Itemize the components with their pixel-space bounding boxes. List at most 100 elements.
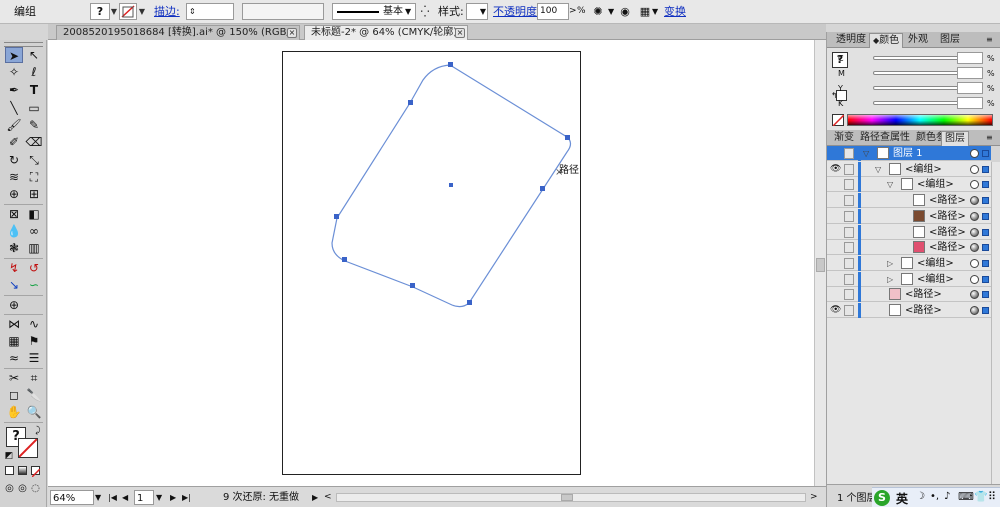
shape-builder-tool-icon[interactable]: ⊕: [5, 186, 23, 202]
envelope-tool-icon[interactable]: ⋈: [5, 316, 23, 332]
target-icon[interactable]: [970, 290, 979, 300]
anchor-point[interactable]: [448, 62, 453, 67]
layer-row[interactable]: <路径>: [827, 240, 991, 256]
visibility-eye-icon[interactable]: [830, 242, 840, 252]
warp-tool-icon[interactable]: ≋: [5, 169, 23, 185]
lock-toggle[interactable]: [844, 148, 854, 159]
knife-tool-icon[interactable]: 🔪: [25, 387, 43, 403]
color-spectrum[interactable]: [847, 114, 993, 126]
moon-icon[interactable]: ☽: [916, 491, 925, 502]
punctuation-icon[interactable]: •,: [930, 491, 939, 502]
eyedropper-tool-icon[interactable]: 💧: [5, 223, 23, 239]
zoom-select[interactable]: 64%: [50, 490, 94, 505]
target-icon[interactable]: [970, 211, 979, 221]
layer-name[interactable]: <编组>: [917, 256, 954, 271]
list-tool-icon[interactable]: ☰: [25, 350, 43, 366]
expand-triangle-icon[interactable]: ▽: [863, 146, 869, 161]
zigzag-tool-icon[interactable]: ≈: [5, 350, 23, 366]
target-icon[interactable]: [970, 196, 979, 206]
type-tool-icon[interactable]: T: [25, 82, 43, 98]
stroke-dropdown-icon[interactable]: ▼: [136, 3, 148, 20]
visibility-eye-icon[interactable]: [830, 148, 840, 158]
selection-indicator[interactable]: [982, 307, 989, 314]
draw-inside-icon[interactable]: ◌: [29, 481, 42, 497]
layer-name[interactable]: <路径>: [929, 225, 966, 240]
variable-width-select[interactable]: [242, 3, 324, 20]
voice-icon[interactable]: ♪: [944, 491, 950, 502]
blob-brush-tool-icon[interactable]: ✐: [5, 134, 23, 150]
target-icon[interactable]: [970, 164, 979, 174]
color-mode-icon[interactable]: [5, 466, 14, 475]
grid-tool-icon[interactable]: ▦: [5, 333, 23, 349]
target-icon[interactable]: [970, 274, 979, 284]
scrollbar-thumb[interactable]: [816, 258, 825, 272]
expand-triangle-icon[interactable]: ▷: [887, 256, 893, 271]
gradient-mode-icon[interactable]: [18, 466, 27, 475]
anchor-point[interactable]: [540, 186, 545, 191]
graphic-style-select[interactable]: ▼: [466, 3, 488, 20]
expand-triangle-icon[interactable]: ▷: [887, 272, 893, 287]
opacity-input[interactable]: 100: [537, 3, 569, 20]
chevron-down-icon[interactable]: ▼: [156, 490, 166, 505]
selection-indicator[interactable]: [982, 165, 989, 173]
selection-indicator[interactable]: [982, 197, 989, 205]
paintbrush-tool-icon[interactable]: 🖌: [5, 117, 23, 133]
slider-m-value[interactable]: [957, 67, 983, 79]
anchor-point[interactable]: [467, 300, 472, 305]
anchor-point[interactable]: [334, 214, 339, 219]
chevron-down-icon[interactable]: ▼: [95, 490, 105, 505]
tab-document-1[interactable]: 2008520195018684 [转换].ai* @ 150% (RGB/预览…: [56, 25, 300, 52]
selection-tool-icon[interactable]: ➤: [5, 47, 23, 63]
layer-name[interactable]: <路径>: [905, 303, 942, 318]
align-icon[interactable]: ▦: [638, 3, 652, 20]
chevron-down-icon[interactable]: ▼: [608, 3, 616, 20]
none-mode-icon[interactable]: [31, 466, 41, 478]
artboard-number-field[interactable]: 1: [134, 490, 154, 505]
swap-icon[interactable]: ↰: [831, 91, 838, 100]
selection-indicator[interactable]: [982, 275, 989, 283]
anchor-point[interactable]: [565, 135, 570, 140]
layer-row[interactable]: ▽ <编组>: [827, 177, 991, 193]
target-icon[interactable]: [970, 306, 979, 315]
anchor-point[interactable]: [410, 283, 415, 288]
scrollbar-thumb[interactable]: [561, 494, 573, 501]
horizontal-scrollbar[interactable]: [336, 493, 806, 502]
layer-name[interactable]: <编组>: [917, 177, 954, 192]
lock-toggle[interactable]: [844, 305, 854, 316]
scroll-right-icon[interactable]: >: [810, 490, 820, 505]
layer-row[interactable]: ▷ <编组>: [827, 271, 991, 287]
wave-tool-icon[interactable]: ∿: [25, 316, 43, 332]
target-icon[interactable]: [970, 180, 979, 190]
prev-artboard-icon[interactable]: ◀: [122, 490, 134, 505]
scale-tool-icon[interactable]: ⤡: [25, 152, 43, 168]
target-icon[interactable]: [970, 243, 979, 253]
anchor-point[interactable]: [408, 100, 413, 105]
visibility-eye-icon[interactable]: [830, 195, 840, 205]
tab-color[interactable]: ◆颜色: [869, 33, 904, 48]
tab-layers-mini[interactable]: 图层: [937, 33, 963, 48]
visibility-eye-icon[interactable]: [830, 227, 840, 237]
layer-name[interactable]: <编组>: [917, 272, 954, 287]
layer-name[interactable]: <编组>: [905, 162, 942, 177]
status-menu-icon[interactable]: ▶: [312, 490, 322, 505]
slider-c-value[interactable]: [957, 52, 983, 64]
layer-row[interactable]: 👁 ▽ <编组>: [827, 161, 991, 177]
tab-layers[interactable]: 图层: [941, 131, 969, 146]
selection-indicator[interactable]: [982, 181, 989, 189]
lock-toggle[interactable]: [844, 163, 854, 175]
tab-appearance[interactable]: 外观: [905, 33, 931, 48]
none-swatch[interactable]: [832, 114, 845, 127]
brush-select[interactable]: 基本 ▼: [332, 3, 416, 20]
transform-panel-link[interactable]: 变换: [664, 3, 686, 20]
direct-selection-tool-icon[interactable]: ↖: [25, 47, 43, 63]
grid-icon[interactable]: ⠿: [988, 490, 996, 503]
visibility-eye-icon[interactable]: [830, 274, 840, 284]
gradient-tool-icon[interactable]: ◧: [25, 206, 43, 222]
stroke-weight-field[interactable]: ⇕: [186, 3, 234, 20]
scroll-left-icon[interactable]: <: [324, 490, 334, 505]
layer-name[interactable]: <路径>: [929, 240, 966, 255]
default-fill-stroke-icon[interactable]: ◩: [4, 448, 14, 464]
pencil-tool-icon[interactable]: ✎: [25, 117, 43, 133]
ime-mode-label[interactable]: 英: [896, 490, 908, 507]
slice-select-tool-icon[interactable]: ⌗: [25, 370, 43, 386]
